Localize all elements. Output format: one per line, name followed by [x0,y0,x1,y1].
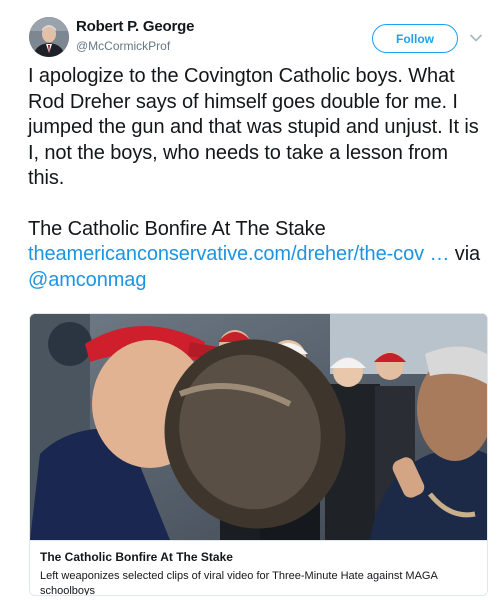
chevron-down-icon[interactable] [469,31,483,45]
tweet: Robert P. George @McCormickProf Follow I… [0,0,500,600]
follow-button[interactable]: Follow [372,24,458,53]
tweet-paragraph: I apologize to the Covington Catholic bo… [28,65,479,189]
avatar[interactable] [29,17,69,57]
card-body[interactable]: The Catholic Bonfire At The Stake Left w… [30,540,487,596]
card-description: Left weaponizes selected clips of viral … [40,570,438,596]
via-text: via [449,243,481,265]
tweet-paragraph-2: The Catholic Bonfire At The Stake theame… [28,217,488,294]
tweet-text: I apologize to the Covington Catholic bo… [28,64,488,293]
author-name[interactable]: Robert P. George [76,17,194,37]
mention-link[interactable]: @amconmag [28,269,146,291]
link-card[interactable]: The Catholic Bonfire At The Stake Left w… [29,313,488,596]
author-block[interactable]: Robert P. George @McCormickProf [76,17,194,54]
author-handle[interactable]: @McCormickProf [76,38,194,54]
card-title: The Catholic Bonfire At The Stake [40,550,233,564]
card-image[interactable] [30,314,487,540]
article-link[interactable]: theamericanconservative.com/dreher/the-c… [28,243,449,265]
tweet-card-title-text: The Catholic Bonfire At The Stake [28,217,326,240]
